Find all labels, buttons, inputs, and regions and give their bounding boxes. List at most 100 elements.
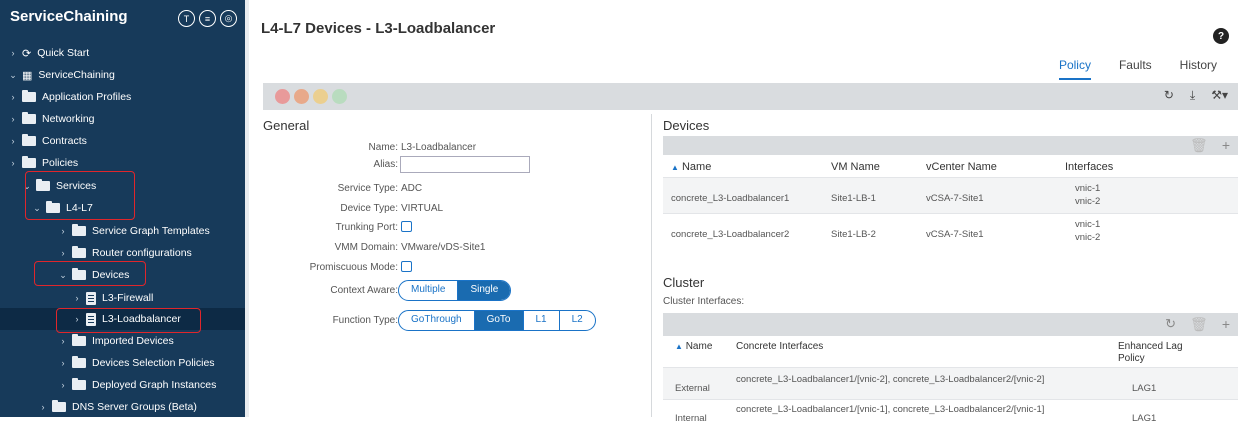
device-name-cell: concrete_L3-Loadbalancer2 [671,229,790,240]
function-type-row: Function Type: GoThrough GoTo L1 L2 [263,310,653,332]
sidebar-item-imported-devices[interactable]: › Imported Devices [58,330,174,352]
sidebar-item-label: ServiceChaining [38,69,115,81]
chevron-down-icon: ⌄ [9,69,17,80]
sidebar-nav: ServiceChaining T ≡ ◎ › ⟳ Quick Start ⌄ … [0,0,245,417]
tools-icon[interactable]: ⚒▾ [1211,88,1228,103]
cluster-interfaces-cell: concrete_L3-Loadbalancer1/[vnic-2], conc… [736,374,1045,385]
sidebar-item-l3-firewall[interactable]: › L3-Firewall [72,287,153,309]
device-vm-cell: Site1-LB-1 [831,193,876,204]
sidebar-item-application-profiles[interactable]: › Application Profiles [8,86,131,108]
cluster-name-cell: Internal [675,413,707,424]
sidebar-header-icons: T ≡ ◎ [178,10,237,27]
name-value: L3-Loadbalancer [401,142,477,153]
add-icon[interactable]: + [1222,316,1230,333]
context-multiple-option[interactable]: Multiple [399,281,459,300]
device-type-row: Device Type: VIRTUAL [263,200,653,218]
cluster-col-lag-header-2: Policy [1118,353,1145,364]
folder-icon [22,134,36,146]
vmm-row: VMM Domain: VMware/vDS-Site1 [263,239,653,257]
sidebar-item-label: Contracts [42,135,87,147]
cluster-lag-cell: LAG1 [1132,383,1157,394]
general-section: General Name: L3-Loadbalancer Alias: Ser… [263,118,653,417]
function-l1-option[interactable]: L1 [524,311,560,330]
col-interfaces-header[interactable]: Interfaces [1065,161,1113,173]
devices-section: Devices 🗑 + ▲ Name VM Name vCenter Name … [663,118,1238,431]
sidebar-item-label: Imported Devices [92,335,174,347]
col-vm-header[interactable]: VM Name [831,161,880,173]
chevron-right-icon: › [11,158,15,168]
device-if1-cell: vnic-1 [1075,183,1101,194]
sidebar-item-label: Application Profiles [42,91,132,103]
menu-list-icon[interactable]: ≡ [199,10,216,27]
tab-bar: Policy Faults History [1058,58,1217,80]
alias-input[interactable] [400,156,530,173]
sidebar-item-dns-server-groups[interactable]: › DNS Server Groups (Beta) [38,396,197,417]
cluster-col-interfaces-header[interactable]: Concrete Interfaces [736,341,823,352]
toolbar: ↻ ⤓ ⚒▾ [263,83,1238,110]
warning-fault-icon[interactable] [332,89,347,104]
folder-icon [72,378,86,390]
device-if1-cell: vnic-1 [1075,219,1101,230]
context-single-option[interactable]: Single [458,281,511,300]
tab-history[interactable]: History [1180,58,1217,80]
sidebar-item-servicechaining[interactable]: ⌄ ▦ ServiceChaining [8,64,115,86]
page-title: L4-L7 Devices - L3-Loadbalancer [261,20,496,37]
minor-fault-icon[interactable] [313,89,328,104]
function-goto-option[interactable]: GoTo [474,311,524,330]
device-vcenter-cell: vCSA-7-Site1 [926,193,984,204]
sidebar-item-deployed-graph-instances[interactable]: › Deployed Graph Instances [58,374,216,396]
function-gothrough-option[interactable]: GoThrough [399,311,475,330]
sidebar-item-contracts[interactable]: › Contracts [8,130,87,152]
function-l2-option[interactable]: L2 [560,311,595,330]
sidebar-item-service-graph-templates[interactable]: › Service Graph Templates [58,220,210,242]
sidebar-item-label: DNS Server Groups (Beta) [72,401,197,413]
sidebar-item-label: Quick Start [37,47,90,59]
chevron-right-icon: › [11,136,15,146]
chevron-right-icon: › [61,248,65,258]
settings-icon[interactable]: ◎ [220,10,237,27]
name-label: Name: [368,142,398,153]
sort-asc-icon: ▲ [671,163,679,172]
context-aware-toggle: Multiple Single [398,280,512,301]
vmm-value: VMware/vDS-Site1 [401,242,486,253]
context-aware-row: Context Aware: Multiple Single [263,280,653,302]
critical-fault-icon[interactable] [275,89,290,104]
tab-policy[interactable]: Policy [1058,58,1091,80]
tab-faults[interactable]: Faults [1119,58,1152,80]
promiscuous-checkbox[interactable] [401,261,412,272]
sidebar-item-devices-selection-policies[interactable]: › Devices Selection Policies [58,352,215,374]
download-icon[interactable]: ⤓ [1190,88,1195,103]
device-vcenter-cell: vCSA-7-Site1 [926,229,984,240]
sidebar-item-label: Networking [42,113,95,125]
delete-icon[interactable]: 🗑 [1190,137,1208,154]
tenant-icon[interactable]: T [178,10,195,27]
chevron-right-icon: › [75,293,79,303]
trunking-checkbox[interactable] [401,221,412,232]
col-header-text: Name [681,161,712,173]
trunking-row: Trunking Port: [263,219,653,237]
help-icon[interactable]: ? [1213,28,1229,44]
major-fault-icon[interactable] [294,89,309,104]
chevron-right-icon: › [61,336,65,346]
col-vcenter-header[interactable]: vCenter Name [926,161,997,173]
sidebar-item-label: Service Graph Templates [92,225,210,237]
device-name-cell: concrete_L3-Loadbalancer1 [671,193,790,204]
alias-row: Alias: [263,156,653,174]
col-header-text: Name [685,341,713,352]
delete-icon[interactable]: 🗑 [1190,316,1208,333]
refresh-icon[interactable]: ↻ [1165,316,1176,333]
sidebar-item-quick-start[interactable]: › ⟳ Quick Start [8,42,90,64]
sidebar-item-networking[interactable]: › Networking [8,108,95,130]
refresh-icon[interactable]: ↻ [1164,88,1174,103]
service-type-value: ADC [401,183,423,194]
col-name-header[interactable]: ▲ Name [671,161,711,173]
service-type-label: Service Type: [337,183,398,194]
promiscuous-label: Promiscuous Mode: [309,262,398,273]
add-icon[interactable]: + [1222,137,1230,154]
main-panel: L4-L7 Devices - L3-Loadbalancer ? Policy… [249,0,1241,424]
device-icon [86,291,96,305]
name-row: Name: L3-Loadbalancer [263,139,653,157]
cluster-col-lag-header[interactable]: Enhanced Lag [1118,341,1183,352]
cluster-col-name-header[interactable]: ▲ Name [675,341,712,352]
devices-table-toolbar: 🗑 + [663,136,1238,155]
